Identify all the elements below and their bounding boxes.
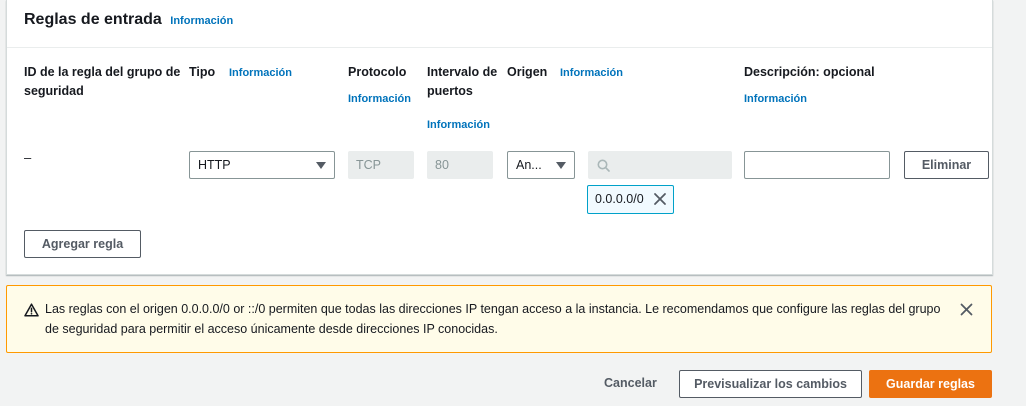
caret-down-icon xyxy=(316,162,326,169)
port-range-field: 80 xyxy=(427,151,493,179)
delete-rule-label: Eliminar xyxy=(921,158,972,172)
source-info-link[interactable]: Información xyxy=(560,67,623,79)
type-info-link[interactable]: Información xyxy=(229,67,292,79)
source-token-value: 0.0.0.0/0 xyxy=(595,192,644,206)
save-rules-button[interactable]: Guardar reglas xyxy=(869,370,992,398)
port-info-link[interactable]: Información xyxy=(427,119,490,131)
description-info-link[interactable]: Información xyxy=(744,93,807,105)
source-type-select[interactable]: An... xyxy=(507,151,575,179)
col-header-port-range: Intervalo de puertos xyxy=(427,65,498,98)
save-rules-label: Guardar reglas xyxy=(886,377,975,391)
source-type-value: An... xyxy=(516,158,542,172)
description-input[interactable] xyxy=(744,151,890,179)
type-select-value: HTTP xyxy=(198,158,231,172)
col-header-type: Tipo xyxy=(189,65,216,79)
warning-alert-text: Las reglas con el origen 0.0.0.0/0 or ::… xyxy=(45,302,941,336)
add-rule-button[interactable]: Agregar regla xyxy=(24,230,141,258)
inbound-rules-panel: Reglas de entrada Información ID de la r… xyxy=(6,0,993,275)
type-select[interactable]: HTTP xyxy=(189,151,335,179)
protocol-info-link[interactable]: Información xyxy=(348,93,411,105)
rule-id-value: – xyxy=(24,150,32,165)
preview-changes-label: Previsualizar los cambios xyxy=(694,377,847,391)
col-header-protocol: Protocolo xyxy=(348,65,407,79)
add-rule-label: Agregar regla xyxy=(41,237,124,251)
warning-alert: Las reglas con el origen 0.0.0.0/0 or ::… xyxy=(6,285,992,353)
source-token: 0.0.0.0/0 xyxy=(587,185,674,214)
source-search-input[interactable] xyxy=(588,151,732,179)
protocol-field: TCP xyxy=(348,151,414,179)
col-header-rule-id: ID de la regla del grupo de seguridad xyxy=(24,65,181,98)
warning-triangle-icon xyxy=(24,303,39,317)
delete-rule-button[interactable]: Eliminar xyxy=(904,151,989,179)
protocol-value: TCP xyxy=(356,158,381,172)
port-value: 80 xyxy=(435,158,449,172)
panel-title-text: Reglas de entrada xyxy=(24,11,162,28)
cancel-button[interactable]: Cancelar xyxy=(604,376,657,390)
panel-header: Reglas de entrada Información xyxy=(7,0,992,48)
col-header-description: Descripción: opcional xyxy=(744,65,875,79)
panel-title: Reglas de entrada Información xyxy=(24,11,233,29)
close-icon[interactable] xyxy=(653,192,667,206)
search-icon xyxy=(597,159,610,172)
col-header-source: Origen xyxy=(507,65,548,79)
close-icon[interactable] xyxy=(960,303,973,316)
caret-down-icon xyxy=(556,162,566,169)
panel-info-link[interactable]: Información xyxy=(170,15,233,27)
preview-changes-button[interactable]: Previsualizar los cambios xyxy=(679,370,862,398)
